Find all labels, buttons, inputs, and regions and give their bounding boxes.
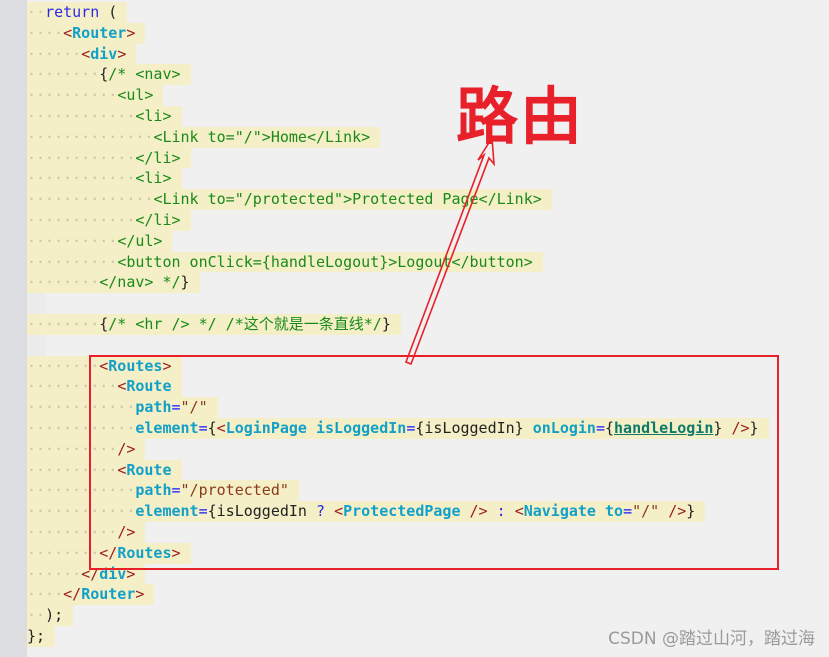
annotation-arrow-icon bbox=[404, 135, 495, 366]
watermark: CSDN @踏过山河，踏过海 bbox=[608, 629, 815, 649]
annotation-label: 路由 bbox=[456, 80, 585, 153]
